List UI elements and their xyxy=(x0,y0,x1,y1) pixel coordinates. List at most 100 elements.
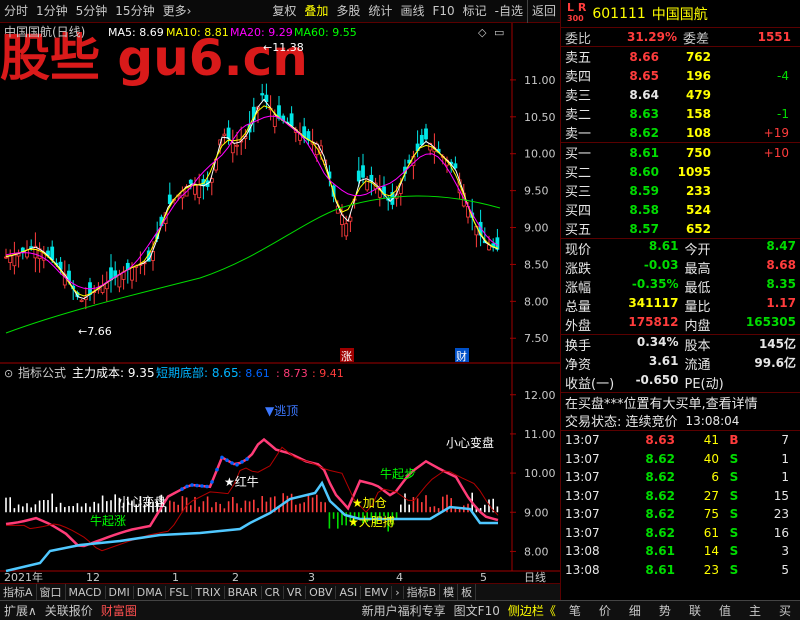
tick-price: 8.62 xyxy=(645,488,675,503)
candle-body xyxy=(424,128,428,140)
price-tick-label: 9.50 xyxy=(524,185,549,198)
indicator-menu-icon[interactable]: ⊙ xyxy=(4,367,13,380)
tick-row[interactable]: 13:07 8.62 6 S 1 xyxy=(561,468,800,487)
asks-change: -4 xyxy=(777,68,789,83)
tick-list[interactable]: 13:07 8.63 41 B 7 13:07 8.62 40 S 1 13:0… xyxy=(561,430,800,579)
tick-row[interactable]: 13:07 8.62 75 S 23 xyxy=(561,505,800,524)
tab-15min[interactable]: 15分钟 xyxy=(111,0,158,23)
bids-change: +10 xyxy=(763,145,789,160)
tag-cai[interactable]: 财 xyxy=(456,349,467,363)
tab-macd[interactable]: MACD xyxy=(66,585,106,599)
tick-row[interactable]: 13:07 8.62 40 S 1 xyxy=(561,450,800,469)
candle-body xyxy=(197,184,202,199)
tab-fenshi[interactable]: 分时 xyxy=(0,0,32,23)
chart-area[interactable]: 股些 gu6.cn 中国国航(日线) MA5: 8.69 MA10: 8.81 … xyxy=(0,23,560,598)
tab-more[interactable]: 更多› xyxy=(159,0,196,23)
tick-row[interactable]: 13:07 8.62 61 S 16 xyxy=(561,524,800,543)
stat-label: 股本 xyxy=(684,339,711,354)
tab-window[interactable]: 窗口 xyxy=(37,584,66,600)
main-cost-label: 主力成本: 9.35 xyxy=(72,366,155,380)
tick-count: 16 xyxy=(773,525,789,540)
asks-row[interactable]: 卖二 8.63 158 -1 xyxy=(561,104,800,124)
tick-row[interactable]: 13:08 8.61 23 S 5 xyxy=(561,561,800,580)
candle-body xyxy=(419,134,424,146)
wealth-circle-button[interactable]: 财富圈 xyxy=(97,602,141,619)
tab-dma[interactable]: DMA xyxy=(134,585,167,599)
asks-row[interactable]: 卖三 8.64 479 xyxy=(561,85,800,105)
tab-mai[interactable]: 买 xyxy=(770,602,800,619)
tab-xi[interactable]: 细 xyxy=(620,602,650,619)
expand-button[interactable]: 扩展∧ xyxy=(0,602,41,619)
tick-direction: S xyxy=(729,544,739,559)
bids-row[interactable]: 买一 8.61 750 +10 xyxy=(561,143,800,163)
tab-fsl[interactable]: FSL xyxy=(166,585,193,599)
tab-emv[interactable]: EMV xyxy=(361,585,393,599)
tab-vr[interactable]: VR xyxy=(284,585,307,599)
promo-link[interactable]: 新用户福利专享 xyxy=(358,602,450,619)
tab-zhi[interactable]: 值 xyxy=(710,602,740,619)
kline-chart[interactable]: 股些 gu6.cn 中国国航(日线) MA5: 8.69 MA10: 8.81 … xyxy=(0,23,560,584)
related-quote-button[interactable]: 关联报价 xyxy=(41,602,97,619)
tag-zhang[interactable]: 涨 xyxy=(341,350,352,363)
tab-ban[interactable]: 板 xyxy=(458,584,477,600)
bids-price: 8.60 xyxy=(629,164,659,179)
asks-change: -1 xyxy=(777,106,789,121)
asks-row[interactable]: 卖一 8.62 108 +19 xyxy=(561,123,800,143)
diamond-icon[interactable]: ◇ xyxy=(478,26,487,39)
asks-row[interactable]: 卖四 8.65 196 -4 xyxy=(561,66,800,86)
stat-row: 外盘 175812 内盘 165305 xyxy=(561,315,800,334)
tab-trix[interactable]: TRIX xyxy=(192,585,225,599)
tab-shi[interactable]: 势 xyxy=(650,602,680,619)
sidebar-toggle[interactable]: 侧边栏《 xyxy=(504,602,560,619)
bids-row[interactable]: 买四 8.58 524 xyxy=(561,200,800,220)
tab-cr[interactable]: CR xyxy=(262,585,284,599)
bids-row[interactable]: 买二 8.60 1095 xyxy=(561,162,800,182)
overlay-button[interactable]: 叠加 xyxy=(300,0,332,23)
lr-badge[interactable]: L R 300 xyxy=(567,2,586,24)
back-button[interactable]: 返回 xyxy=(526,0,560,23)
stats-button[interactable]: 统计 xyxy=(364,0,396,23)
tab-obv[interactable]: OBV xyxy=(306,585,337,599)
candle-body xyxy=(260,93,265,96)
tab-lian[interactable]: 联 xyxy=(680,602,710,619)
f10-button[interactable]: F10 xyxy=(428,0,458,23)
tab-jia[interactable]: 价 xyxy=(590,602,620,619)
tick-volume: 23 xyxy=(703,562,719,577)
tab-1min[interactable]: 1分钟 xyxy=(32,0,72,23)
fuquan-button[interactable]: 复权 xyxy=(268,0,300,23)
expand-icon[interactable]: ▭ xyxy=(494,26,504,39)
tab-bi[interactable]: 笔 xyxy=(560,602,590,619)
tab-dmi[interactable]: DMI xyxy=(106,585,134,599)
stat-label: 流通 xyxy=(684,358,711,373)
big-order-notice[interactable]: 在买盘***位置有大买单,查看详情 xyxy=(561,392,800,412)
tick-row[interactable]: 13:08 8.61 14 S 3 xyxy=(561,542,800,561)
draw-line-button[interactable]: 画线 xyxy=(396,0,428,23)
x-label-12: 12 xyxy=(86,571,100,583)
candle-body xyxy=(130,266,134,281)
tab-mo[interactable]: 模 xyxy=(440,584,459,600)
tab-brar[interactable]: BRAR xyxy=(225,585,262,599)
tab-5min[interactable]: 5分钟 xyxy=(72,0,112,23)
blue-dot xyxy=(195,483,199,488)
tab-zhu[interactable]: 主 xyxy=(740,602,770,619)
multi-stock-button[interactable]: 多股 xyxy=(332,0,364,23)
mark-button[interactable]: 标记 xyxy=(459,0,491,23)
annot-qizhang: 牛起涨 xyxy=(90,513,126,528)
tab-indicator-a[interactable]: 指标A xyxy=(0,584,37,600)
bids-row[interactable]: 买三 8.59 233 xyxy=(561,181,800,201)
asks-price: 8.65 xyxy=(629,68,659,83)
tick-count: 1 xyxy=(781,451,789,466)
tick-count: 15 xyxy=(773,488,789,503)
tabs-scroll-right-icon[interactable]: › xyxy=(392,585,404,599)
f10-graphic-button[interactable]: 图文F10 xyxy=(450,602,504,619)
weicha-label: 委差 xyxy=(683,31,710,47)
ma60-label: MA60: 9.55 xyxy=(294,26,357,39)
tab-indicator-b[interactable]: 指标B xyxy=(404,584,441,600)
tab-asi[interactable]: ASI xyxy=(336,585,362,599)
asks-price: 8.63 xyxy=(629,106,659,121)
tick-row[interactable]: 13:07 8.63 41 B 7 xyxy=(561,431,800,450)
bids-row[interactable]: 买五 8.57 652 xyxy=(561,219,800,239)
asks-row[interactable]: 卖五 8.66 762 xyxy=(561,47,800,67)
tick-row[interactable]: 13:07 8.62 27 S 15 xyxy=(561,487,800,506)
remove-watchlist-button[interactable]: -自选 xyxy=(491,0,527,23)
